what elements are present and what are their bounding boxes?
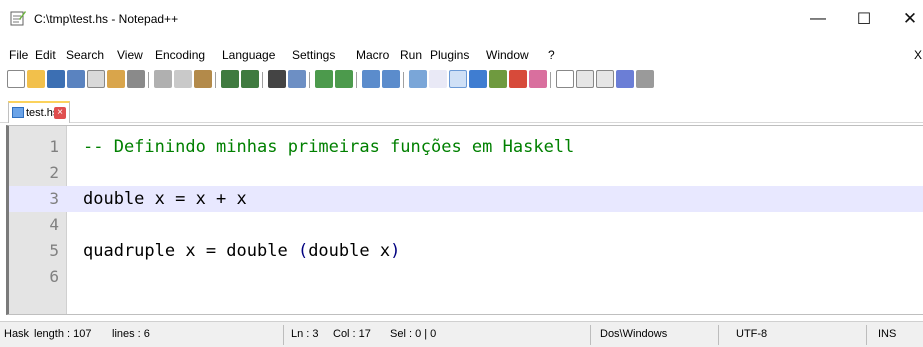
line-number: 2	[49, 163, 59, 182]
save-icon[interactable]	[47, 70, 65, 88]
notepad-plus-plus-icon	[10, 11, 26, 26]
menu-plugins[interactable]: Plugins	[430, 48, 469, 62]
code-text: -- Definindo minhas primeiras funções em…	[83, 137, 575, 157]
doc-map-icon[interactable]	[469, 70, 487, 88]
status-divider	[718, 325, 719, 345]
zoom-in-icon[interactable]	[315, 70, 333, 88]
function-list-icon[interactable]	[489, 70, 507, 88]
sync-vertical-icon[interactable]	[362, 70, 380, 88]
line-number: 1	[49, 137, 59, 156]
zoom-out-icon[interactable]	[335, 70, 353, 88]
line-number: 3	[49, 189, 59, 208]
line-number: 4	[49, 215, 59, 234]
cut-icon[interactable]	[154, 70, 172, 88]
toolbar-separator	[215, 72, 216, 88]
undo-icon[interactable]	[221, 70, 239, 88]
toolbar-separator	[148, 72, 149, 88]
line-number: 6	[49, 267, 59, 286]
code-line-6: 6	[9, 264, 923, 290]
tab-close-icon[interactable]: ×	[54, 107, 66, 119]
tab-bar: test.hs ×	[0, 99, 923, 123]
toolbar	[0, 67, 923, 95]
code-paren-close: )	[390, 241, 401, 261]
code-line-3-current: 3 double x = x + x	[9, 186, 923, 212]
code-paren-open: (	[297, 241, 309, 261]
menu-search[interactable]: Search	[66, 48, 104, 62]
close-icon[interactable]	[87, 70, 105, 88]
status-sel: Sel : 0 | 0	[390, 328, 437, 340]
toolbar-separator	[262, 72, 263, 88]
menu-view[interactable]: View	[117, 48, 143, 62]
code-token: quadruple x = double	[83, 241, 298, 261]
run-macro-multiple-icon[interactable]	[616, 70, 634, 88]
folder-workspace-icon[interactable]	[509, 70, 527, 88]
new-file-icon[interactable]	[7, 70, 25, 88]
word-wrap-icon[interactable]	[409, 70, 427, 88]
menu-macro[interactable]: Macro	[356, 48, 389, 62]
status-ln: Ln : 3	[291, 328, 319, 340]
play-macro-icon[interactable]	[596, 70, 614, 88]
code-token: double x	[308, 241, 391, 261]
code-text: quadruple x = double (double x)	[83, 238, 400, 264]
menu-help[interactable]: ?	[548, 48, 555, 62]
status-divider	[590, 325, 591, 345]
menu-edit[interactable]: Edit	[35, 48, 56, 62]
status-divider	[866, 325, 867, 345]
status-bar: Hask length : 107 lines : 6 Ln : 3 Col :…	[0, 321, 923, 347]
status-length: length : 107	[34, 328, 92, 340]
save-all-icon[interactable]	[67, 70, 85, 88]
status-divider	[283, 325, 284, 345]
toolbar-separator	[550, 72, 551, 88]
title-bar: C:\tmp\test.hs - Notepad++ — ☐ ✕	[0, 0, 923, 40]
menu-encoding[interactable]: Encoding	[155, 48, 205, 62]
sync-horizontal-icon[interactable]	[382, 70, 400, 88]
toolbar-separator	[309, 72, 310, 88]
toolbar-separator	[356, 72, 357, 88]
status-language: Hask	[4, 328, 30, 340]
status-lines: lines : 6	[112, 328, 150, 340]
stop-macro-icon[interactable]	[576, 70, 594, 88]
menu-run[interactable]: Run	[400, 48, 422, 62]
status-eol: Dos\Windows	[600, 328, 668, 340]
saved-file-icon	[12, 107, 24, 118]
close-window-button[interactable]: ✕	[895, 6, 923, 32]
code-text: double x = x + x	[83, 189, 247, 209]
menu-settings[interactable]: Settings	[292, 48, 335, 62]
status-insert-mode[interactable]: INS	[878, 328, 896, 340]
copy-icon[interactable]	[174, 70, 192, 88]
code-line-5: 5 quadruple x = double (double x)	[9, 238, 923, 264]
paste-icon[interactable]	[194, 70, 212, 88]
menu-bar: File Edit Search View Encoding Language …	[0, 46, 923, 66]
replace-icon[interactable]	[288, 70, 306, 88]
maximize-button[interactable]: ☐	[849, 6, 879, 32]
menu-file[interactable]: File	[9, 48, 28, 62]
save-macro-icon[interactable]	[636, 70, 654, 88]
print-icon[interactable]	[127, 70, 145, 88]
code-line-4: 4	[9, 212, 923, 238]
menu-window[interactable]: Window	[486, 48, 529, 62]
redo-icon[interactable]	[241, 70, 259, 88]
code-line-1: 1 -- Definindo minhas primeiras funções …	[9, 134, 923, 160]
close-document-button[interactable]: X	[914, 48, 922, 62]
minimize-button[interactable]: —	[803, 6, 833, 32]
code-editor[interactable]: 1 -- Definindo minhas primeiras funções …	[6, 125, 923, 315]
code-line-2: 2	[9, 160, 923, 186]
open-file-icon[interactable]	[27, 70, 45, 88]
toolbar-separator	[403, 72, 404, 88]
menu-language[interactable]: Language	[222, 48, 275, 62]
find-icon[interactable]	[268, 70, 286, 88]
indent-guide-icon[interactable]	[449, 70, 467, 88]
record-macro-icon[interactable]	[556, 70, 574, 88]
close-all-icon[interactable]	[107, 70, 125, 88]
tab-test-hs[interactable]: test.hs ×	[8, 101, 70, 123]
status-encoding: UTF-8	[736, 328, 768, 340]
status-col: Col : 17	[333, 328, 371, 340]
show-all-chars-icon[interactable]	[429, 70, 447, 88]
window-title: C:\tmp\test.hs - Notepad++	[34, 12, 179, 26]
monitor-icon[interactable]	[529, 70, 547, 88]
line-number: 5	[49, 241, 59, 260]
